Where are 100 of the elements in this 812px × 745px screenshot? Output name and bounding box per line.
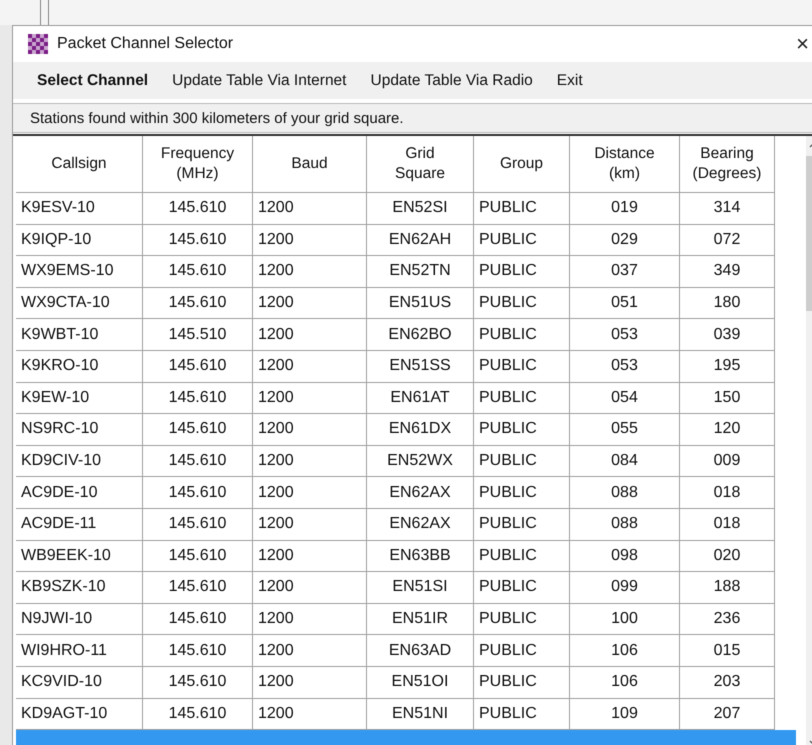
table-cell: 314 [714, 199, 740, 218]
table-cell: 188 [714, 578, 740, 596]
table-cell: 106 [611, 642, 638, 660]
table-row[interactable]: AC9DE-11 145.610 1200 EN62AX PUBLIC 088 018 [16, 508, 796, 541]
table-cell: 109 [611, 704, 638, 723]
table-cell: WX9CTA-10 [21, 294, 110, 312]
table-cell: 203 [714, 673, 740, 692]
app-icon [27, 34, 49, 54]
table-cell: 1200 [258, 642, 294, 660]
table-cell: 1200 [258, 388, 294, 407]
column-header[interactable]: Distance (km) [570, 136, 680, 193]
table-cell: AC9DE-10 [21, 484, 98, 502]
column-header[interactable]: Callsign [16, 136, 143, 193]
table-cell: 180 [714, 294, 740, 312]
column-header[interactable]: Group [474, 136, 570, 193]
table-cell: EN51IR [392, 610, 448, 628]
table-row[interactable]: NS9RC-10 145.610 1200 EN61DX PUBLIC 055 120 [16, 414, 796, 446]
table-cell: 145.610 [168, 546, 226, 565]
column-header[interactable]: Bearing (Degrees) [680, 136, 775, 193]
table-row[interactable]: KB9SZK-10 145.610 1200 EN51SI PUBLIC 099 188 [16, 572, 796, 604]
table-row[interactable]: WX9EMS-10 145.610 1200 EN52TN PUBLIC 037 349 [16, 256, 796, 288]
table-cell: EN62AX [389, 515, 451, 534]
table-cell: 145.610 [168, 420, 226, 438]
menu-item[interactable]: Exit [544, 68, 595, 94]
table-row[interactable]: K9ESV-10 145.610 1200 EN52SI PUBLIC 019 314 [16, 193, 796, 225]
table-cell: 150 [714, 388, 740, 407]
table-cell: 1200 [258, 610, 294, 628]
table-cell: 145.510 [168, 326, 226, 344]
table-cell: 145.610 [168, 578, 226, 596]
table-cell: PUBLIC [479, 642, 537, 660]
status-text: Stations found within 300 kilometers of your grid square. [29, 110, 404, 126]
table-cell: 1200 [258, 704, 294, 723]
close-button[interactable]: × [794, 33, 811, 55]
table-cell: EN61DX [388, 420, 452, 438]
table-row[interactable]: WI9HRO-11 145.610 1200 EN63AD PUBLIC 106 015 [16, 635, 796, 667]
table-cell: 349 [714, 262, 740, 280]
table-cell: PUBLIC [479, 357, 537, 376]
table-row[interactable]: N9JWI-10 145.610 1200 EN51IR PUBLIC 100 236 [16, 604, 796, 636]
table-cell: 053 [611, 357, 638, 376]
menu-item[interactable]: Update Table Via Radio [358, 68, 545, 94]
table-cell: EN62BO [388, 326, 452, 344]
table-cell: 015 [714, 642, 740, 660]
table-cell: NS9RC-10 [21, 420, 98, 438]
table-row[interactable]: WB9EEK-10 145.610 1200 EN63BB PUBLIC 098 020 [16, 540, 796, 572]
table-cell: 145.610 [168, 388, 226, 407]
column-header[interactable]: Grid Square [367, 136, 474, 193]
table-cell: WB9EEK-10 [21, 546, 111, 565]
table-cell: PUBLIC [479, 230, 537, 249]
table-cell: PUBLIC [479, 199, 537, 218]
table-cell: 1200 [258, 326, 294, 344]
table-cell: 054 [611, 388, 638, 407]
table-cell: 145.610 [168, 673, 226, 692]
table-cell: K9ESV-10 [21, 199, 95, 218]
menu-item[interactable]: Select Channel [25, 68, 160, 94]
table-cell: 018 [714, 515, 740, 534]
table-cell: 1200 [258, 357, 294, 376]
column-header[interactable]: Baud [253, 136, 367, 193]
table-cell: EN51OI [392, 673, 448, 692]
table-cell: 1200 [258, 673, 294, 692]
table-cell: 055 [611, 420, 638, 438]
table-cell: KC9VID-10 [21, 673, 102, 692]
table-cell: 029 [611, 230, 638, 249]
table-cell: PUBLIC [479, 704, 537, 723]
table-cell: 145.610 [168, 452, 226, 470]
table-cell: PUBLIC [479, 326, 537, 344]
table-cell: 037 [611, 262, 638, 280]
table-cell: KB9SZK-10 [21, 578, 106, 596]
table-cell: 145.610 [168, 357, 226, 376]
table-cell: 145.610 [168, 642, 226, 660]
table-row[interactable]: K9KRO-10 145.610 1200 EN51SS PUBLIC 053 195 [16, 350, 796, 383]
table-row[interactable]: KC9VID-10 145.610 1200 EN51OI PUBLIC 106 203 [16, 666, 796, 698]
table-cell: 145.610 [168, 230, 226, 249]
table-row[interactable]: AC9DE-10 145.610 1200 EN62AX PUBLIC 088 018 [16, 477, 796, 509]
table-row[interactable]: WX9CTA-10 145.610 1200 EN51US PUBLIC 051 180 [16, 288, 796, 320]
table-cell: PUBLIC [479, 388, 537, 407]
table-cell: EN51SS [389, 357, 451, 376]
table-cell: EN52SI [392, 199, 448, 218]
table-cell: EN52WX [387, 452, 453, 470]
table-cell: 072 [714, 230, 740, 249]
table-cell: 1200 [258, 452, 294, 470]
table-row[interactable]: K9WBT-10 145.510 1200 EN62BO PUBLIC 053 039 [16, 319, 796, 351]
table-cell: 088 [611, 484, 638, 502]
table-cell: KD9CIV-10 [21, 452, 102, 470]
table-cell: 088 [611, 515, 638, 534]
table-cell: 145.610 [168, 199, 226, 218]
table-cell: AC9DE-11 [21, 515, 96, 534]
column-header[interactable]: Frequency (MHz) [143, 136, 253, 193]
window-title: Packet Channel Selector [57, 35, 234, 53]
table-row[interactable]: KD9CIV-10 145.610 1200 EN52WX PUBLIC 084 009 [16, 446, 796, 478]
table-cell: PUBLIC [479, 452, 537, 470]
table-cell: 039 [714, 326, 740, 344]
table-cell: EN51US [388, 294, 452, 312]
table-cell: K9EW-10 [21, 388, 90, 407]
table-cell: PUBLIC [479, 515, 537, 534]
table-row[interactable]: K9EW-10 145.610 1200 EN61AT PUBLIC 054 150 [16, 382, 796, 414]
table-row[interactable]: K9IQP-10 145.610 1200 EN62AH PUBLIC 029 072 [16, 224, 796, 256]
table-cell: EN62AH [388, 230, 452, 249]
table-cell: 100 [611, 610, 638, 628]
menu-item[interactable]: Update Table Via Internet [160, 68, 358, 94]
table-cell: WI9HRO-11 [21, 642, 107, 660]
